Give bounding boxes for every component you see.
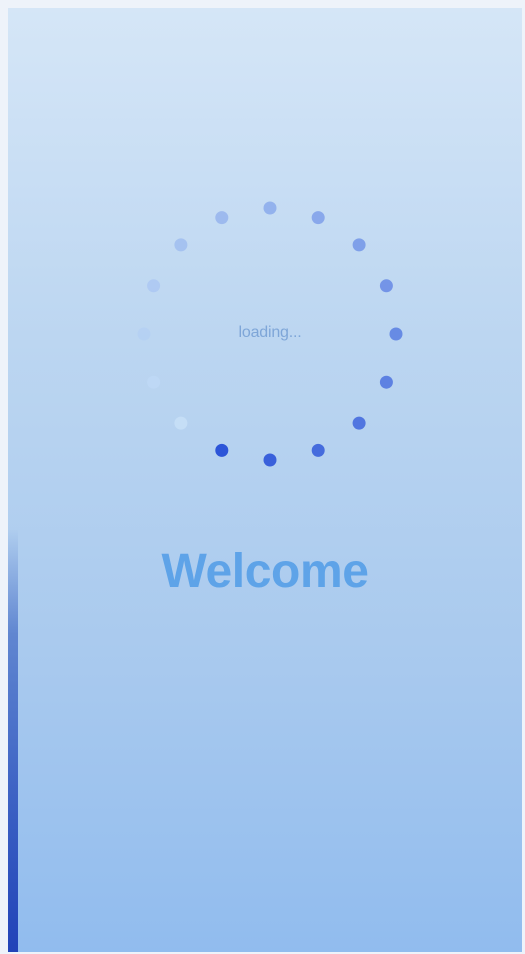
spinner-dot (215, 211, 229, 225)
spinner-dot (174, 416, 188, 430)
spinner-dot (263, 201, 277, 215)
spinner-dot (174, 238, 188, 252)
spinner-dot (215, 443, 229, 457)
splash-screen: loading... Welcome (8, 8, 522, 952)
spinner-dot (263, 453, 277, 467)
spinner-dot (352, 238, 366, 252)
spinner-dot (137, 327, 151, 341)
loading-text: loading... (238, 324, 302, 341)
loading-spinner-icon (137, 201, 403, 467)
device-frame: loading... Welcome (0, 0, 525, 954)
spinner-dot (389, 327, 403, 341)
spinner-dot (147, 375, 161, 389)
spinner-dot (379, 375, 393, 389)
spinner-dot (311, 443, 325, 457)
spinner-dot (379, 279, 393, 293)
welcome-title: Welcome (161, 545, 369, 598)
spinner-dot (352, 416, 366, 430)
spinner-dot (147, 279, 161, 293)
spinner-dot (311, 211, 325, 225)
